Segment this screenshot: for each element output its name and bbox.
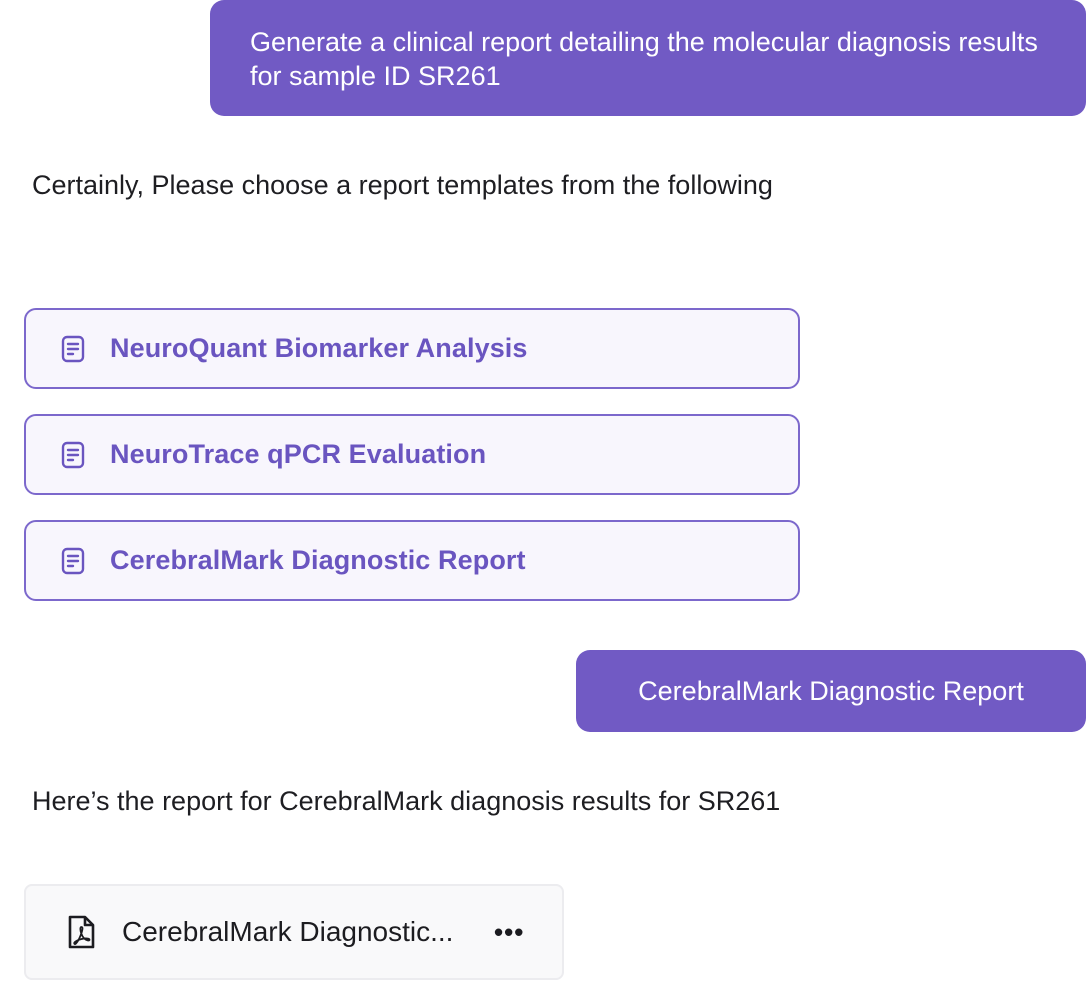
user-message-bubble: Generate a clinical report detailing the… — [210, 0, 1086, 116]
assistant-message-text: Here’s the report for CerebralMark diagn… — [32, 786, 781, 816]
template-option-label: CerebralMark Diagnostic Report — [110, 545, 526, 575]
pdf-attachment-card[interactable]: CerebralMark Diagnostic... ••• — [24, 884, 564, 980]
user-message-text: CerebralMark Diagnostic Report — [638, 676, 1024, 706]
template-option-label: NeuroQuant Biomarker Analysis — [110, 333, 528, 363]
assistant-message-text: Certainly, Please choose a report templa… — [32, 170, 773, 200]
template-option-neuroquant[interactable]: NeuroQuant Biomarker Analysis — [24, 308, 800, 389]
user-message-bubble: CerebralMark Diagnostic Report — [576, 650, 1086, 732]
user-message-text: Generate a clinical report detailing the… — [250, 27, 1038, 91]
document-icon — [60, 546, 86, 576]
template-option-neurotrace[interactable]: NeuroTrace qPCR Evaluation — [24, 414, 800, 495]
attachment-file-name: CerebralMark Diagnostic... — [122, 916, 454, 947]
document-icon — [60, 334, 86, 364]
template-option-label: NeuroTrace qPCR Evaluation — [110, 439, 487, 469]
document-icon — [60, 440, 86, 470]
pdf-file-icon — [64, 914, 98, 950]
more-options-button[interactable]: ••• — [494, 917, 524, 948]
template-option-cerebralmark[interactable]: CerebralMark Diagnostic Report — [24, 520, 800, 601]
